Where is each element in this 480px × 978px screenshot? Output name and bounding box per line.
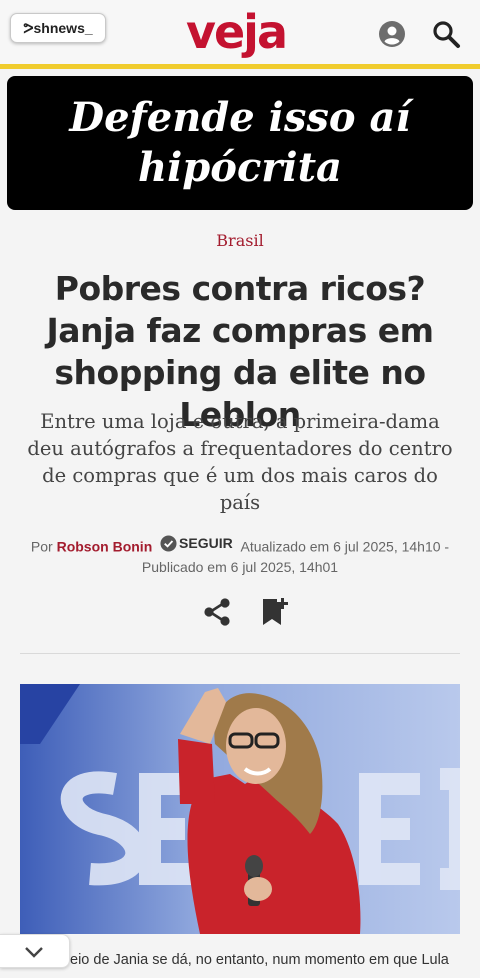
byline: Por Robson Bonin SEGUIR Atualizado em 6 … (20, 533, 460, 577)
category-link[interactable]: Brasil (0, 231, 480, 250)
article-body-preview: eio de Jania se dá, no entanto, num mome… (0, 944, 480, 978)
author-link[interactable]: Robson Bonin (57, 539, 153, 555)
pushnews-button[interactable]: ᕗshnews_ (10, 13, 106, 43)
follow-button[interactable]: SEGUIR (160, 533, 233, 553)
divider (20, 653, 460, 654)
veja-logo[interactable]: veja (186, 4, 288, 60)
search-icon[interactable] (431, 19, 461, 49)
bookmark-add-icon[interactable] (259, 596, 291, 628)
photo-image (20, 684, 460, 934)
published-timestamp: Publicado em 6 jul 2025, 14h01 (141, 558, 339, 575)
collapse-button[interactable] (0, 934, 70, 968)
updated-timestamp: Atualizado em 6 jul 2025, 14h10 - (240, 538, 450, 555)
check-circle-icon (160, 534, 177, 552)
article-subtitle: Entre uma loja e outra, a primeira-dama … (27, 410, 453, 514)
article-photo (20, 684, 460, 934)
user-icon[interactable] (378, 20, 406, 48)
banner-line-2: hipócrita (138, 144, 342, 191)
overlay-banner: Defende isso aí hipócrita (7, 76, 473, 210)
site-header: ᕗshnews_ veja (0, 0, 480, 66)
banner-line-1: Defende isso aí (69, 94, 411, 141)
share-icon[interactable] (201, 596, 233, 628)
follow-label: SEGUIR (179, 535, 233, 551)
article-body-text: eio de Jania se dá, no entanto, num mome… (70, 952, 449, 968)
header-accent-bar (0, 64, 480, 69)
byline-prefix: Por (30, 538, 53, 555)
pushnews-label: ᕗshnews_ (23, 19, 93, 36)
chevron-down-icon (25, 947, 43, 958)
